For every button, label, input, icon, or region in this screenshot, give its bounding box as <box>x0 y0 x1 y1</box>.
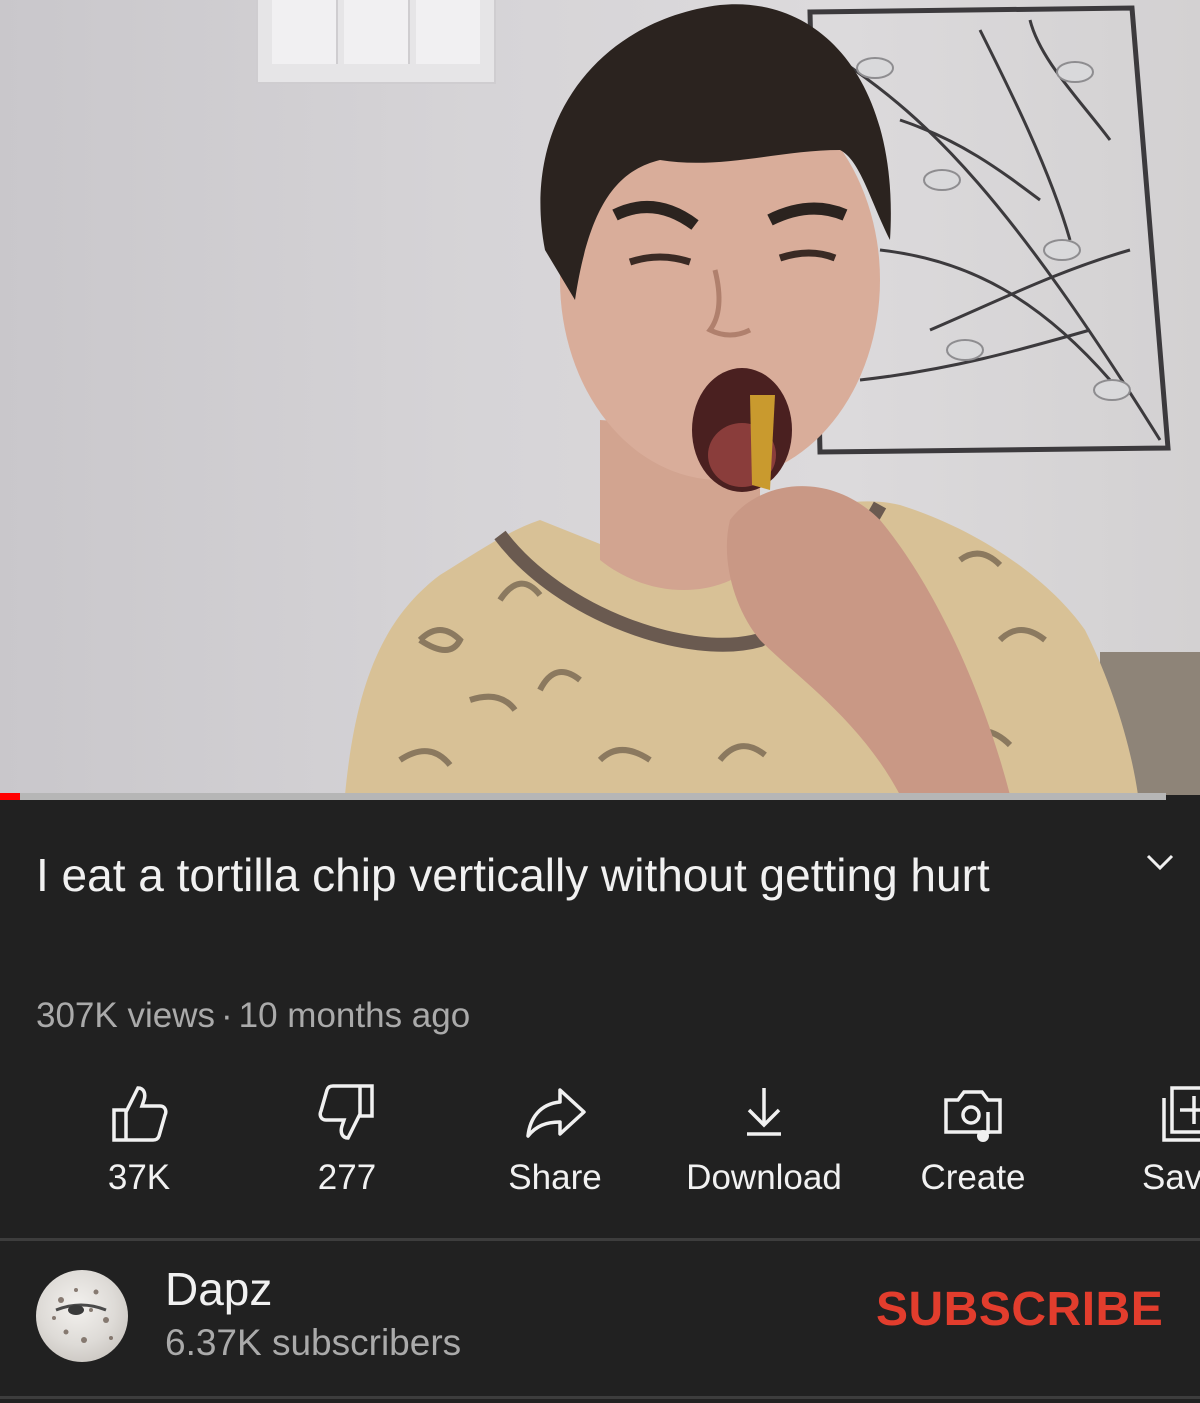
create-button[interactable]: Create <box>873 1078 1073 1208</box>
progress-bar-fill <box>0 793 20 800</box>
thumbs-down-icon <box>318 1084 374 1140</box>
chevron-down-icon[interactable] <box>1140 848 1180 876</box>
download-label: Download <box>686 1158 842 1197</box>
download-icon <box>747 1088 781 1136</box>
dislike-count: 277 <box>317 1158 377 1197</box>
share-label: Share <box>508 1158 602 1197</box>
subscribe-button[interactable]: SUBSCRIBE <box>876 1282 1163 1337</box>
like-count: 37K <box>107 1158 171 1197</box>
action-bar: 37K 277 Share Download Create Sav <box>0 1078 1200 1213</box>
channel-avatar[interactable] <box>36 1270 128 1362</box>
progress-bar-track[interactable] <box>0 793 1166 800</box>
upload-age: 10 months ago <box>238 996 471 1035</box>
video-frame-person <box>345 4 1138 795</box>
meta-separator: · <box>220 996 233 1035</box>
video-title[interactable]: I eat a tortilla chip vertically without… <box>36 840 1076 910</box>
view-count: 307K views <box>36 996 215 1035</box>
like-button[interactable]: 37K <box>39 1078 239 1208</box>
save-button[interactable]: Sav <box>1080 1078 1200 1208</box>
section-divider <box>0 1238 1200 1241</box>
save-label: Sav <box>1142 1158 1200 1197</box>
create-label: Create <box>920 1158 1026 1197</box>
create-icon <box>944 1090 1002 1142</box>
thumbs-up-icon <box>112 1086 168 1142</box>
video-meta[interactable]: 307K views · 10 months ago <box>36 996 470 1036</box>
bottom-divider <box>0 1396 1200 1399</box>
dislike-button[interactable]: 277 <box>247 1078 447 1208</box>
save-to-playlist-icon <box>1162 1086 1200 1142</box>
video-player[interactable] <box>0 0 1200 795</box>
channel-name[interactable]: Dapz <box>165 1262 272 1316</box>
subscriber-count: 6.37K subscribers <box>165 1322 462 1363</box>
download-button[interactable]: Download <box>664 1078 864 1208</box>
share-icon <box>526 1088 586 1138</box>
share-button[interactable]: Share <box>455 1078 655 1208</box>
